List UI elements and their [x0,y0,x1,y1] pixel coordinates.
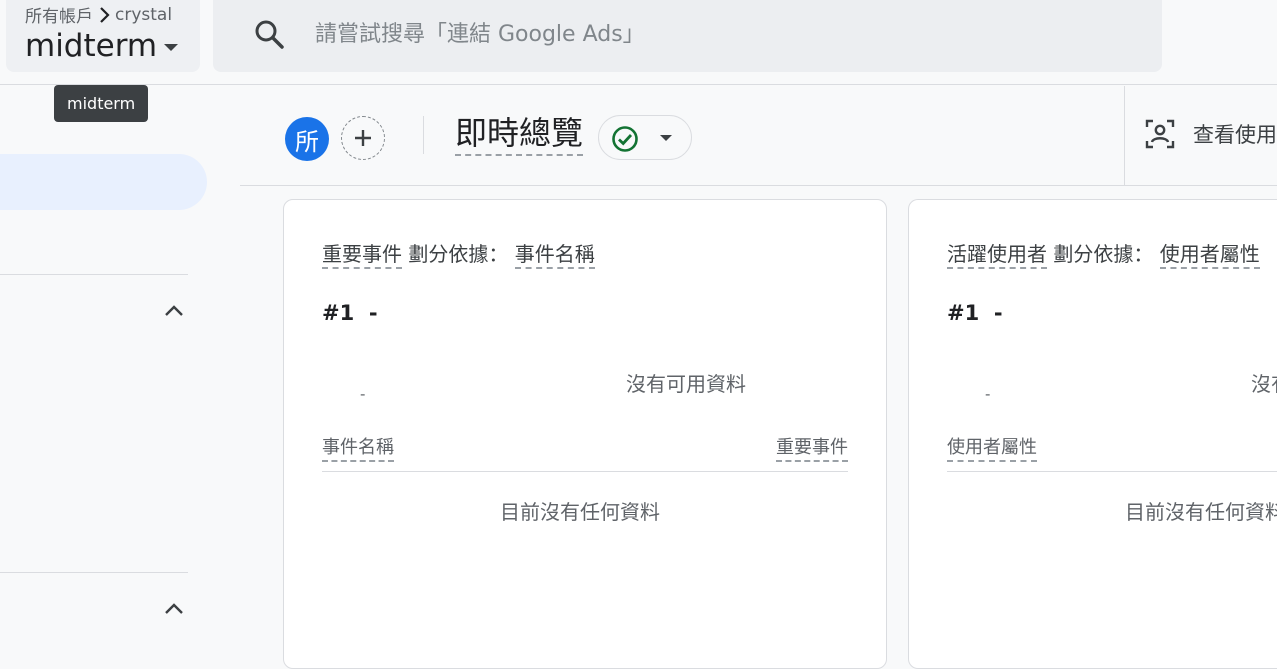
chevron-up-icon[interactable] [163,302,185,318]
caret-down-icon [659,134,673,142]
rank-value: - [993,301,1003,325]
report-title[interactable]: 即時總覽 [455,112,584,156]
table-divider [947,471,1277,472]
metric-selector[interactable]: 重要事件 [322,242,402,269]
breadcrumb: 所有帳戶 crystal [25,2,172,28]
value-placeholder: - [985,385,991,403]
key-events-card: 重要事件 劃分依據： 事件名稱 #1 - - 沒有可用資料 事件名稱 重要事件 … [283,199,887,669]
view-user-snapshot-label: 查看使用 [1193,123,1277,147]
top-rank: #1 - [947,301,1003,325]
no-data-message: 沒有可用資料 [626,372,746,396]
dimension-selector[interactable]: 使用者屬性 [1159,242,1260,269]
top-bar: 所有帳戶 crystal midterm [0,0,1277,85]
column-header-metric[interactable]: 重要事件 [776,433,848,462]
rank-number: #1 [947,301,980,325]
plus-icon [352,127,374,149]
dimension-selector[interactable]: 事件名稱 [514,242,595,269]
search-input[interactable] [313,14,1113,54]
column-header-dimension[interactable]: 事件名稱 [322,433,394,462]
chevron-up-icon[interactable] [163,600,185,616]
top-rank: #1 - [322,301,378,325]
breadcrumb-account[interactable]: 所有帳戶 [25,2,93,27]
breakdown-label: 劃分依據： [1053,242,1154,266]
property-selector[interactable]: midterm [25,28,179,64]
property-name: midterm [25,28,158,64]
metric-selector[interactable]: 活躍使用者 [947,242,1047,269]
nav-divider [0,572,188,573]
nav-divider [0,274,188,275]
rank-value: - [368,301,378,325]
caret-down-icon [163,43,179,53]
rank-number: #1 [322,301,355,325]
comparison-avatar[interactable]: 所 [285,117,329,161]
add-comparison-button[interactable] [341,116,385,160]
search-bar[interactable] [213,0,1162,72]
property-tooltip: midterm [54,85,149,122]
chevron-right-icon [99,6,111,24]
no-data-message: 沒有可用資料 [1251,372,1277,396]
active-users-card: 活躍使用者 劃分依據： 使用者屬性 #1 - - 沒有可用資料 使用者屬性 目前… [908,199,1277,669]
empty-table-message: 目前沒有任何資料 [1125,500,1277,524]
report-header: 所 即時總覽 查看使用 [240,86,1277,186]
empty-table-message: 目前沒有任何資料 [500,500,660,524]
report-status-dropdown[interactable] [598,115,692,160]
search-icon[interactable] [253,18,285,50]
divider [1124,86,1125,186]
breakdown-label: 劃分依據： [408,242,509,266]
view-user-snapshot-button[interactable]: 查看使用 [1145,119,1277,149]
card-title: 活躍使用者 劃分依據： 使用者屬性 [947,238,1260,269]
card-title: 重要事件 劃分依據： 事件名稱 [322,238,595,269]
nav-item-active[interactable] [0,154,207,210]
divider [423,116,424,154]
user-snapshot-icon [1145,119,1175,149]
breadcrumb-property[interactable]: crystal [115,5,172,25]
value-placeholder: - [360,385,366,403]
table-divider [322,471,848,472]
account-switcher[interactable]: 所有帳戶 crystal midterm [6,0,200,72]
check-circle-icon [611,125,639,153]
column-header-dimension[interactable]: 使用者屬性 [947,433,1037,462]
